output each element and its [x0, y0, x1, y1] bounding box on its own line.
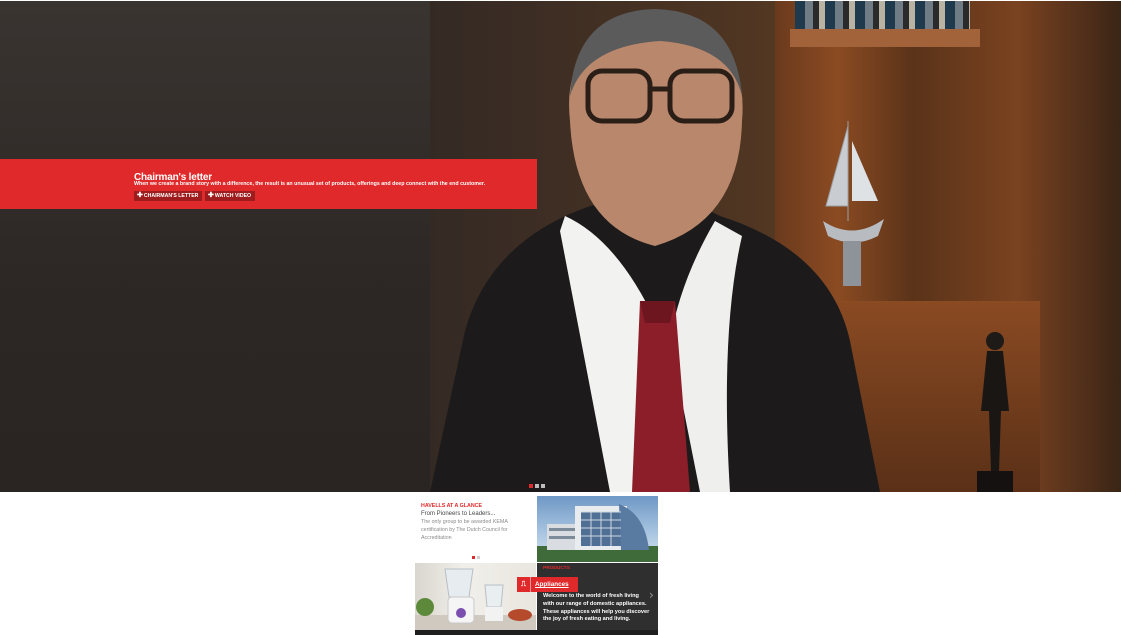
slider-dot-2[interactable] [535, 484, 539, 488]
glance-eyebrow: HAVELLS AT A GLANCE [421, 503, 483, 509]
glance-dot-2[interactable] [477, 556, 480, 559]
chairmans-letter-label: CHAIRMAN'S LETTER [143, 193, 199, 199]
appliance-icon: ⎍ [517, 577, 531, 592]
hero-slideshow [0, 1, 1121, 492]
slider-dot-1[interactable] [529, 484, 533, 488]
havells-at-a-glance-tile[interactable]: HAVELLS AT A GLANCE From Pioneers to Lea… [415, 496, 536, 562]
glance-slider-dots [472, 556, 480, 559]
watch-video-button[interactable]: ✚WATCH VIDEO [205, 191, 256, 201]
slider-dot-3[interactable] [541, 484, 545, 488]
hero-background-wall [0, 1, 430, 492]
headquarters-building-image [537, 496, 658, 562]
products-eyebrow: PRODUCTS [543, 566, 570, 571]
glance-dot-1[interactable] [472, 556, 475, 559]
glance-text: The only group to be awarded KEMA certif… [421, 519, 508, 541]
appliances-tile[interactable]: PRODUCTS Welcome to the world of fresh l… [537, 563, 658, 630]
glance-heading: From Pioneers to Leaders... [421, 511, 496, 517]
watch-video-label: WATCH VIDEO [214, 193, 252, 199]
chevron-right-icon[interactable]: › [649, 588, 654, 602]
mixer-grinder-image [415, 563, 536, 630]
chairmans-letter-button[interactable]: ✚CHAIRMAN'S LETTER [134, 191, 203, 201]
building-illustration [537, 504, 658, 562]
hero-slider-dots [529, 484, 545, 488]
banner-description: When we create a brand story with a diff… [134, 181, 486, 187]
appliances-tag-label: Appliances [535, 581, 569, 588]
appliances-description: Welcome to the world of fresh living wit… [543, 593, 650, 623]
plus-icon: ✚ [137, 192, 143, 199]
tiles-bottom-strip [415, 630, 658, 635]
chairman-portrait [430, 9, 880, 492]
appliance-illustration [415, 568, 536, 630]
plus-icon: ✚ [208, 192, 214, 199]
statue-image [977, 332, 1013, 492]
appliances-tag[interactable]: ⎍ Appliances [517, 577, 578, 592]
